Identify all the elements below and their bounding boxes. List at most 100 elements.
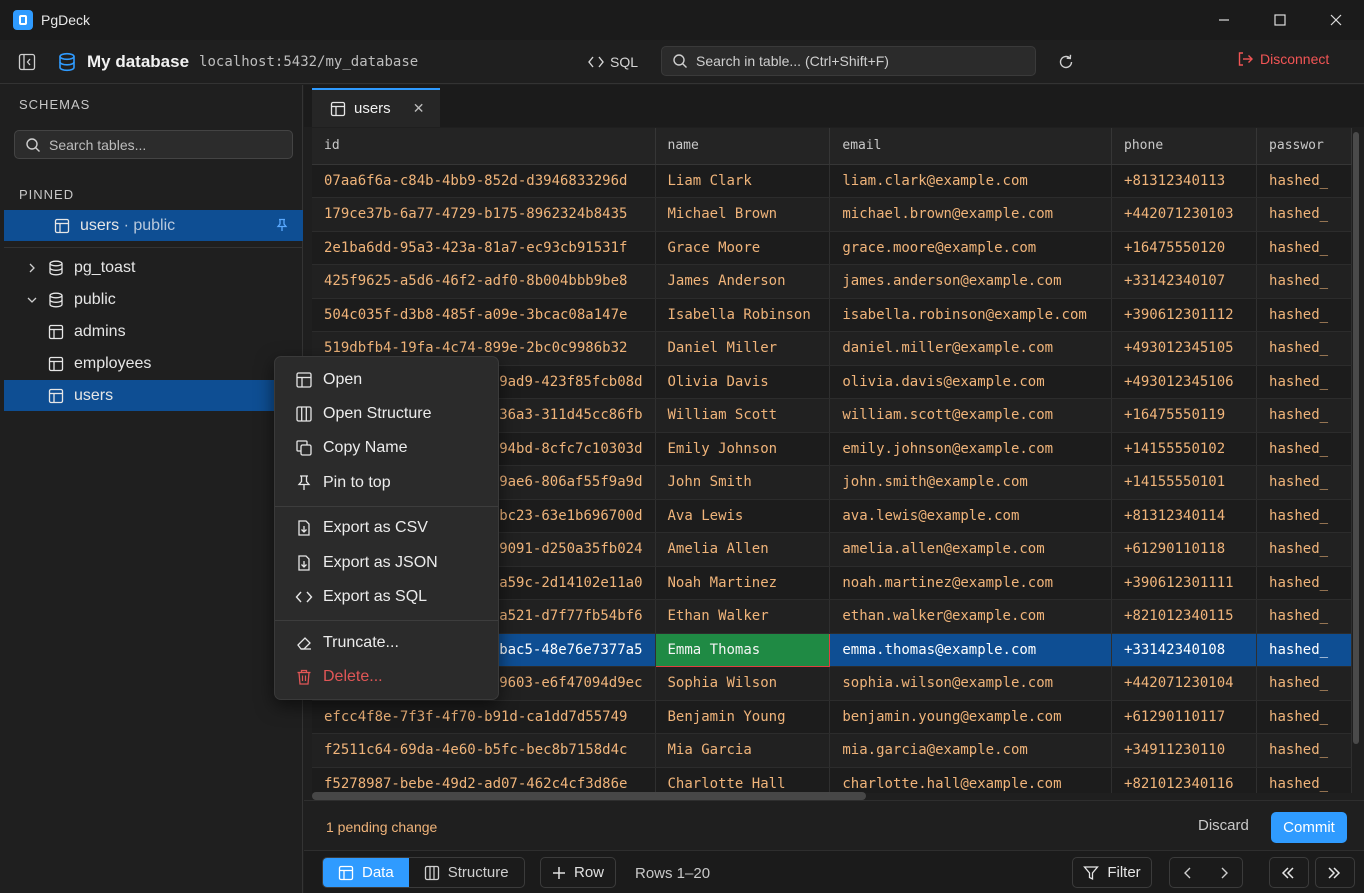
table-cell[interactable]: Charlotte Hall: [655, 767, 831, 793]
column-header[interactable]: id: [312, 128, 656, 165]
first-page-button[interactable]: [1270, 858, 1306, 887]
table-cell[interactable]: +390612301112: [1111, 298, 1258, 332]
table-cell[interactable]: hashed_: [1256, 633, 1352, 667]
table-cell[interactable]: +821012340116: [1111, 767, 1258, 793]
table-cell[interactable]: +493012345106: [1111, 365, 1258, 399]
table-cell[interactable]: f2511c64-69da-4e60-b5fc-bec8b7158d4c: [312, 733, 656, 768]
filter-button[interactable]: Filter: [1072, 857, 1152, 888]
menu-item-open-structure[interactable]: Open Structure: [295, 402, 432, 426]
table-row[interactable]: 2e1ba6dd-95a3-423a-81a7-ec93cb91531f Grac…: [312, 231, 1352, 265]
table-cell[interactable]: +14155550101: [1111, 465, 1258, 500]
table-cell[interactable]: grace.moore@example.com: [829, 231, 1113, 265]
table-cell[interactable]: Noah Martinez: [655, 566, 831, 600]
minimize-button[interactable]: [1196, 0, 1252, 40]
menu-item-delete[interactable]: Delete...: [295, 665, 383, 689]
table-cell[interactable]: +442071230103: [1111, 197, 1258, 232]
table-cell[interactable]: +61290110118: [1111, 532, 1258, 567]
menu-item-export-csv[interactable]: Export as CSV: [295, 516, 428, 540]
table-cell[interactable]: charlotte.hall@example.com: [829, 767, 1113, 793]
table-cell[interactable]: James Anderson: [655, 264, 831, 299]
menu-item-export-sql[interactable]: Export as SQL: [295, 585, 427, 609]
close-window-button[interactable]: [1308, 0, 1364, 40]
column-header[interactable]: email: [829, 128, 1113, 165]
table-cell[interactable]: olivia.davis@example.com: [829, 365, 1113, 399]
table-cell[interactable]: Olivia Davis: [655, 365, 831, 399]
table-cell[interactable]: hashed_: [1256, 197, 1352, 232]
menu-item-truncate[interactable]: Truncate...: [295, 631, 399, 655]
table-row[interactable]: 179ce37b-6a77-4729-b175-8962324b8435 Mich…: [312, 197, 1352, 232]
table-cell[interactable]: hashed_: [1256, 331, 1352, 366]
table-cell[interactable]: Grace Moore: [655, 231, 831, 265]
data-view-button[interactable]: Data: [323, 858, 409, 887]
table-cell[interactable]: michael.brown@example.com: [829, 197, 1113, 232]
table-cell[interactable]: hashed_: [1256, 298, 1352, 332]
table-cell[interactable]: Ethan Walker: [655, 599, 831, 634]
table-cell[interactable]: William Scott: [655, 398, 831, 433]
table-cell[interactable]: hashed_: [1256, 365, 1352, 399]
table-cell[interactable]: Emily Johnson: [655, 432, 831, 466]
table-cell[interactable]: Emma Thomas: [654, 632, 831, 667]
table-cell[interactable]: Sophia Wilson: [655, 666, 831, 701]
table-cell[interactable]: ava.lewis@example.com: [829, 499, 1113, 533]
table-cell[interactable]: emma.thomas@example.com: [829, 633, 1113, 667]
previous-page-button[interactable]: [1170, 858, 1206, 887]
table-cell[interactable]: hashed_: [1256, 231, 1352, 265]
table-cell[interactable]: 504c035f-d3b8-485f-a09e-3bcac08a147e: [312, 298, 656, 332]
table-cell[interactable]: Michael Brown: [655, 197, 831, 232]
table-cell[interactable]: hashed_: [1256, 532, 1352, 567]
table-cell[interactable]: hashed_: [1256, 432, 1352, 466]
table-cell[interactable]: 425f9625-a5d6-46f2-adf0-8b004bbb9be8: [312, 264, 656, 299]
table-cell[interactable]: hashed_: [1256, 767, 1352, 793]
menu-item-copy-name[interactable]: Copy Name: [295, 436, 407, 460]
column-header[interactable]: passwor: [1256, 128, 1352, 165]
table-cell[interactable]: +81312340113: [1111, 164, 1258, 198]
table-cell[interactable]: hashed_: [1256, 499, 1352, 533]
next-page-button[interactable]: [1206, 858, 1242, 887]
tree-table-employees[interactable]: employees: [4, 348, 303, 379]
table-search-input[interactable]: Search in table... (Ctrl+Shift+F): [661, 46, 1036, 76]
table-row[interactable]: 07aa6f6a-c84b-4bb9-852d-d3946833296d Liam…: [312, 164, 1352, 198]
sidebar-toggle-button[interactable]: [17, 52, 37, 72]
table-cell[interactable]: +33142340107: [1111, 264, 1258, 299]
table-cell[interactable]: emily.johnson@example.com: [829, 432, 1113, 466]
table-cell[interactable]: mia.garcia@example.com: [829, 733, 1113, 768]
table-cell[interactable]: hashed_: [1256, 666, 1352, 701]
table-cell[interactable]: 179ce37b-6a77-4729-b175-8962324b8435: [312, 197, 656, 232]
table-cell[interactable]: John Smith: [655, 465, 831, 500]
last-page-button[interactable]: [1316, 858, 1352, 887]
menu-item-open[interactable]: Open: [295, 368, 362, 392]
table-cell[interactable]: +493012345105: [1111, 331, 1258, 366]
table-cell[interactable]: +34911230110: [1111, 733, 1258, 768]
table-cell[interactable]: +390612301111: [1111, 566, 1258, 600]
column-header[interactable]: phone: [1111, 128, 1258, 165]
disconnect-button[interactable]: Disconnect: [1237, 51, 1329, 67]
tab-users[interactable]: users ✕: [312, 88, 440, 127]
table-cell[interactable]: Isabella Robinson: [655, 298, 831, 332]
pinned-item-users[interactable]: users · public: [4, 210, 303, 241]
table-cell[interactable]: hashed_: [1256, 398, 1352, 433]
vertical-scrollbar[interactable]: [1352, 128, 1360, 748]
menu-item-export-json[interactable]: Export as JSON: [295, 551, 438, 575]
table-cell[interactable]: 2e1ba6dd-95a3-423a-81a7-ec93cb91531f: [312, 231, 656, 265]
table-cell[interactable]: hashed_: [1256, 700, 1352, 734]
discard-button[interactable]: Discard: [1198, 817, 1249, 834]
structure-view-button[interactable]: Structure: [409, 858, 524, 887]
table-cell[interactable]: hashed_: [1256, 599, 1352, 634]
column-header[interactable]: name: [655, 128, 831, 165]
table-cell[interactable]: john.smith@example.com: [829, 465, 1113, 500]
table-cell[interactable]: +821012340115: [1111, 599, 1258, 634]
tree-table-users[interactable]: users: [4, 380, 303, 411]
table-cell[interactable]: benjamin.young@example.com: [829, 700, 1113, 734]
table-cell[interactable]: noah.martinez@example.com: [829, 566, 1113, 600]
sidebar-search-input[interactable]: Search tables...: [14, 130, 293, 159]
pin-icon[interactable]: [275, 218, 289, 232]
table-cell[interactable]: Daniel Miller: [655, 331, 831, 366]
table-cell[interactable]: ethan.walker@example.com: [829, 599, 1113, 634]
table-cell[interactable]: +16475550119: [1111, 398, 1258, 433]
table-cell[interactable]: isabella.robinson@example.com: [829, 298, 1113, 332]
table-cell[interactable]: Mia Garcia: [655, 733, 831, 768]
table-cell[interactable]: hashed_: [1256, 733, 1352, 768]
tab-close-icon[interactable]: ✕: [413, 100, 425, 117]
table-cell[interactable]: +14155550102: [1111, 432, 1258, 466]
table-cell[interactable]: liam.clark@example.com: [829, 164, 1113, 198]
